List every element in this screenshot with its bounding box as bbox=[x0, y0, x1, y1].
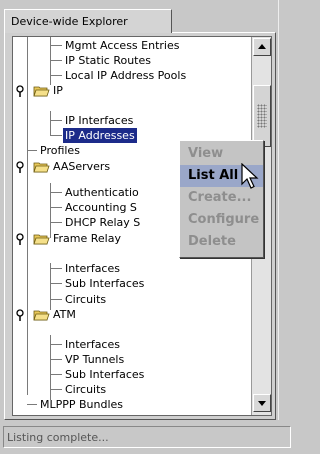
tree-connector bbox=[50, 135, 62, 136]
tree-connector bbox=[50, 359, 62, 360]
tree-node-atm[interactable]: ATM bbox=[13, 307, 213, 322]
tree-connector bbox=[50, 60, 62, 61]
tree-connector bbox=[50, 207, 62, 208]
tab-device-wide-explorer[interactable]: Device-wide Explorer bbox=[4, 9, 172, 33]
tree-item-label: Circuits bbox=[65, 293, 107, 306]
tree-connector bbox=[50, 299, 62, 300]
scroll-down-button[interactable] bbox=[253, 394, 271, 412]
tree-connector bbox=[27, 150, 37, 151]
tree-item-label: Local IP Address Pools bbox=[65, 69, 187, 82]
tree-connector bbox=[50, 75, 62, 76]
tree-item-label: Authenticatio bbox=[65, 186, 139, 199]
tree-connector bbox=[50, 268, 62, 269]
tree-item-label: Interfaces bbox=[65, 338, 120, 351]
menu-item-view[interactable]: View bbox=[180, 143, 263, 165]
tree-item-label: IP Static Routes bbox=[65, 54, 151, 67]
tree-item-label: Profiles bbox=[40, 144, 80, 157]
mouse-pointer-icon bbox=[241, 163, 259, 189]
scroll-thumb[interactable] bbox=[253, 85, 271, 147]
tree-node-ip[interactable]: IP bbox=[13, 83, 213, 98]
folder-open-icon bbox=[33, 310, 50, 321]
tree-item-label: Circuits bbox=[65, 383, 107, 396]
tree-item-label: IP bbox=[53, 84, 63, 97]
tree-item-label: Frame Relay bbox=[53, 232, 121, 245]
tree-connector bbox=[50, 45, 62, 46]
status-bar: Listing complete... bbox=[3, 426, 291, 448]
window-right-edge bbox=[278, 0, 294, 420]
tree-connector bbox=[50, 222, 62, 223]
arrow-up-icon bbox=[258, 44, 266, 49]
tree-item-label: Accounting S bbox=[65, 201, 137, 214]
tree-connector bbox=[50, 111, 51, 136]
tree-connector bbox=[50, 120, 62, 121]
menu-item-delete[interactable]: Delete bbox=[180, 231, 263, 253]
tree-connector bbox=[50, 344, 62, 345]
expand-handle-icon[interactable] bbox=[15, 161, 25, 173]
explorer-window: Device-wide Explorer Mgmt Access Entries… bbox=[0, 0, 294, 454]
tree-item-label: Sub Interfaces bbox=[65, 277, 145, 290]
tree-connector bbox=[50, 389, 62, 390]
menu-item-configure[interactable]: Configure bbox=[180, 209, 263, 231]
tree-item-label: MLPPP Bundles bbox=[40, 398, 124, 411]
scroll-up-button[interactable] bbox=[253, 38, 271, 56]
tree-connector bbox=[50, 192, 62, 193]
tree-item-label-selected: IP Addresses bbox=[63, 128, 137, 143]
expand-handle-icon[interactable] bbox=[15, 233, 25, 245]
tree-item-label: Sub Interfaces bbox=[65, 368, 145, 381]
context-menu: View List All Create... Configure Delete bbox=[179, 140, 264, 258]
tree-connector bbox=[50, 283, 62, 284]
grip-icon bbox=[257, 104, 267, 128]
tree-item-label: Interfaces bbox=[65, 262, 120, 275]
tree-connector bbox=[27, 404, 37, 405]
tree-item-label: DHCP Relay S bbox=[65, 216, 141, 229]
folder-open-icon bbox=[33, 86, 50, 97]
tree-connector bbox=[50, 263, 51, 310]
folder-open-icon bbox=[33, 162, 50, 173]
tree-item-label: VP Tunnels bbox=[65, 353, 125, 366]
arrow-down-icon bbox=[258, 401, 266, 406]
tree-item-label: ATM bbox=[53, 308, 76, 321]
tree-item-label: AAServers bbox=[53, 160, 111, 173]
tree-connector bbox=[50, 374, 62, 375]
expand-handle-icon[interactable] bbox=[15, 309, 25, 321]
folder-open-icon bbox=[33, 234, 50, 245]
tree-item-label: Mgmt Access Entries bbox=[65, 39, 180, 52]
expand-handle-icon[interactable] bbox=[15, 85, 25, 97]
tree-item-label: IP Interfaces bbox=[65, 114, 134, 127]
